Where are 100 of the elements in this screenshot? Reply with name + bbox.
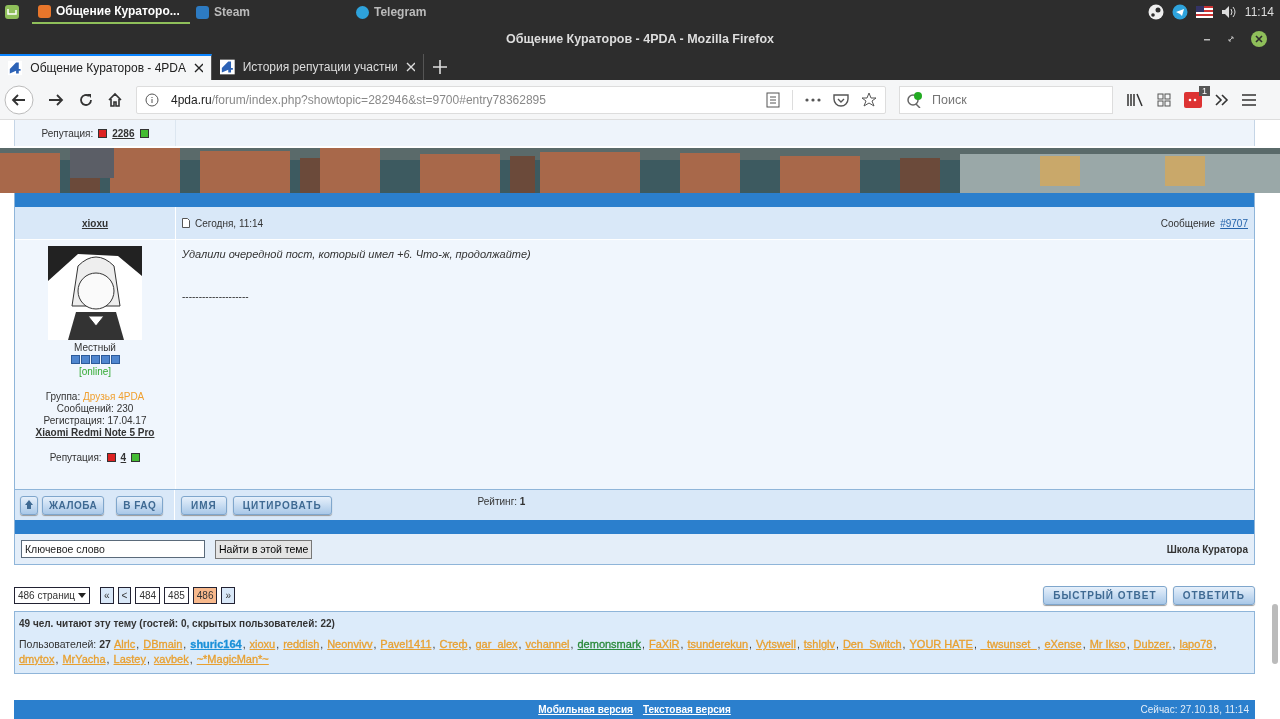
readers-title: 49 чел. читают эту тему (гостей: 0, скрытых пользователей: 22)	[19, 618, 336, 629]
clock[interactable]: 11:14	[1244, 5, 1274, 19]
forum-name: Школа Куратора	[1166, 543, 1248, 555]
forward-icon[interactable]	[47, 91, 65, 108]
post-rating: Рейтинг: 1	[477, 496, 526, 507]
signature: --------------------	[182, 291, 249, 302]
pages-dropdown[interactable]: 486 страниц	[14, 586, 90, 604]
window-title: Общение Кураторов - 4PDA - Mozilla Firefox	[505, 32, 775, 46]
author-link[interactable]: xioxu	[81, 217, 109, 229]
reply-button[interactable]: БЫСТРЫЙ ОТВЕТ	[1043, 585, 1167, 605]
footer-link[interactable]: Текстовая версия	[642, 704, 731, 715]
separator: ,	[373, 637, 377, 652]
scroll-up-button[interactable]	[20, 495, 38, 515]
online-status: [online]	[78, 366, 112, 377]
post-action-button[interactable]: ЖАЛОБА	[42, 495, 105, 515]
info-icon[interactable]	[145, 92, 159, 107]
first-page-button[interactable]: «	[100, 586, 114, 604]
message-link[interactable]: #9707	[1220, 217, 1248, 229]
telegram-icon[interactable]	[1171, 4, 1188, 20]
browser-tab[interactable]: Общение Кураторов - 4PDA	[0, 54, 212, 80]
user-group: Группа: Друзья 4PDA	[45, 391, 145, 402]
home-icon[interactable]	[107, 91, 123, 108]
separator: ,	[1172, 637, 1176, 652]
separator: ,	[1126, 637, 1130, 652]
separator: ,	[1037, 637, 1041, 652]
reputation-link[interactable]: 4	[120, 452, 127, 463]
separator: ,	[136, 637, 140, 652]
close-icon[interactable]	[1250, 30, 1268, 48]
post-icon	[182, 218, 190, 228]
separator: ,	[570, 637, 574, 652]
registration-date: Регистрация: 17.04.17	[43, 415, 147, 426]
pocket-icon[interactable]	[833, 92, 849, 107]
post-action-button[interactable]: ЦИТИРОВАТЬ	[232, 495, 332, 515]
device-link[interactable]: Xiaomi Redmi Note 5 Pro	[35, 427, 155, 438]
separator: ,	[902, 637, 906, 652]
message-count: Сообщений: 230	[56, 403, 134, 414]
notification-badge: 1	[1199, 85, 1210, 96]
flag-icon[interactable]	[1195, 6, 1213, 18]
reputation-label: Репутация:	[41, 127, 94, 139]
separator: ,	[796, 637, 800, 652]
url-text: 4pda.ru/forum/index.php?showtopic=282946&st=9700#entry78362895	[171, 92, 546, 107]
page-button[interactable]: 486	[192, 586, 218, 604]
separator: ,	[518, 637, 522, 652]
taskbar-item[interactable]: Telegram	[350, 0, 508, 24]
reputation-link[interactable]: 2286	[112, 127, 135, 139]
footer-link[interactable]: Мобильная версия	[538, 704, 633, 715]
separator: ,	[189, 652, 193, 667]
taskbar-item[interactable]: Steam	[190, 0, 350, 24]
menu-icon[interactable]	[4, 4, 20, 20]
user-rank: Местный	[74, 342, 116, 353]
volume-icon[interactable]	[1220, 5, 1237, 19]
plus-icon[interactable]	[139, 128, 149, 138]
separator: ,	[276, 637, 280, 652]
post-date: Сегодня, 11:14	[195, 217, 264, 229]
reply-button[interactable]: ОТВЕТИТЬ	[1172, 585, 1255, 605]
minus-icon[interactable]	[98, 128, 108, 138]
search-field[interactable]: Поиск	[899, 85, 1113, 114]
address-bar[interactable]: 4pda.ru/forum/index.php?showtopic=282946&st=9700#entry78362895	[136, 85, 886, 114]
separator: ,	[680, 637, 684, 652]
user-link[interactable]: shuric164	[190, 637, 242, 652]
site-icon	[8, 60, 23, 76]
minus-icon[interactable]	[106, 453, 116, 462]
qr-code-icon[interactable]	[1157, 92, 1171, 107]
reload-icon[interactable]	[78, 91, 94, 108]
extension-icon[interactable]	[1184, 91, 1202, 108]
menu-icon[interactable]	[1242, 93, 1256, 106]
previous-page-button[interactable]: <	[117, 586, 132, 604]
separator: ,	[1082, 637, 1086, 652]
more-icon[interactable]	[805, 96, 821, 103]
plus-icon[interactable]	[131, 453, 141, 462]
page-button[interactable]: 485	[164, 586, 189, 604]
keyword-field[interactable]: Ключевое слово	[21, 540, 205, 558]
page-button[interactable]: 484	[135, 586, 161, 604]
post-action-button[interactable]: ИМЯ	[181, 495, 227, 515]
back-icon[interactable]	[4, 84, 34, 115]
close-tab-icon[interactable]	[194, 63, 203, 73]
separator: ,	[468, 637, 472, 652]
reputation-label: Репутация:	[49, 452, 102, 463]
maximize-icon[interactable]	[1226, 34, 1236, 44]
message-label: Сообщение	[1160, 217, 1216, 229]
star-icon[interactable]	[861, 91, 877, 108]
separator: ,	[146, 652, 150, 667]
library-icon[interactable]	[1126, 91, 1144, 108]
post-action-button[interactable]: В FAQ	[116, 495, 164, 515]
separator: ,	[836, 637, 839, 652]
separator: ,	[749, 637, 752, 652]
users-label: Пользователей: 27	[19, 637, 111, 652]
steam-icon[interactable]	[1147, 4, 1164, 20]
separator: ,	[320, 637, 324, 652]
find-in-topic-button[interactable]: Найти в этой теме	[215, 539, 313, 559]
overflow-icon[interactable]	[1215, 93, 1229, 106]
scrollbar-thumb[interactable]	[1272, 604, 1278, 664]
separator: ,	[1213, 637, 1217, 652]
next-page-button[interactable]: »	[221, 586, 236, 604]
separator: ,	[642, 637, 645, 652]
new-tab-icon[interactable]	[432, 59, 448, 75]
separator: ,	[183, 637, 187, 652]
post-text: Удалили очередной пост, который имел +6. Что-ж, продолжайте)	[182, 248, 531, 260]
user-link[interactable]: demonsmark	[577, 637, 642, 652]
search-icon[interactable]	[906, 91, 924, 108]
